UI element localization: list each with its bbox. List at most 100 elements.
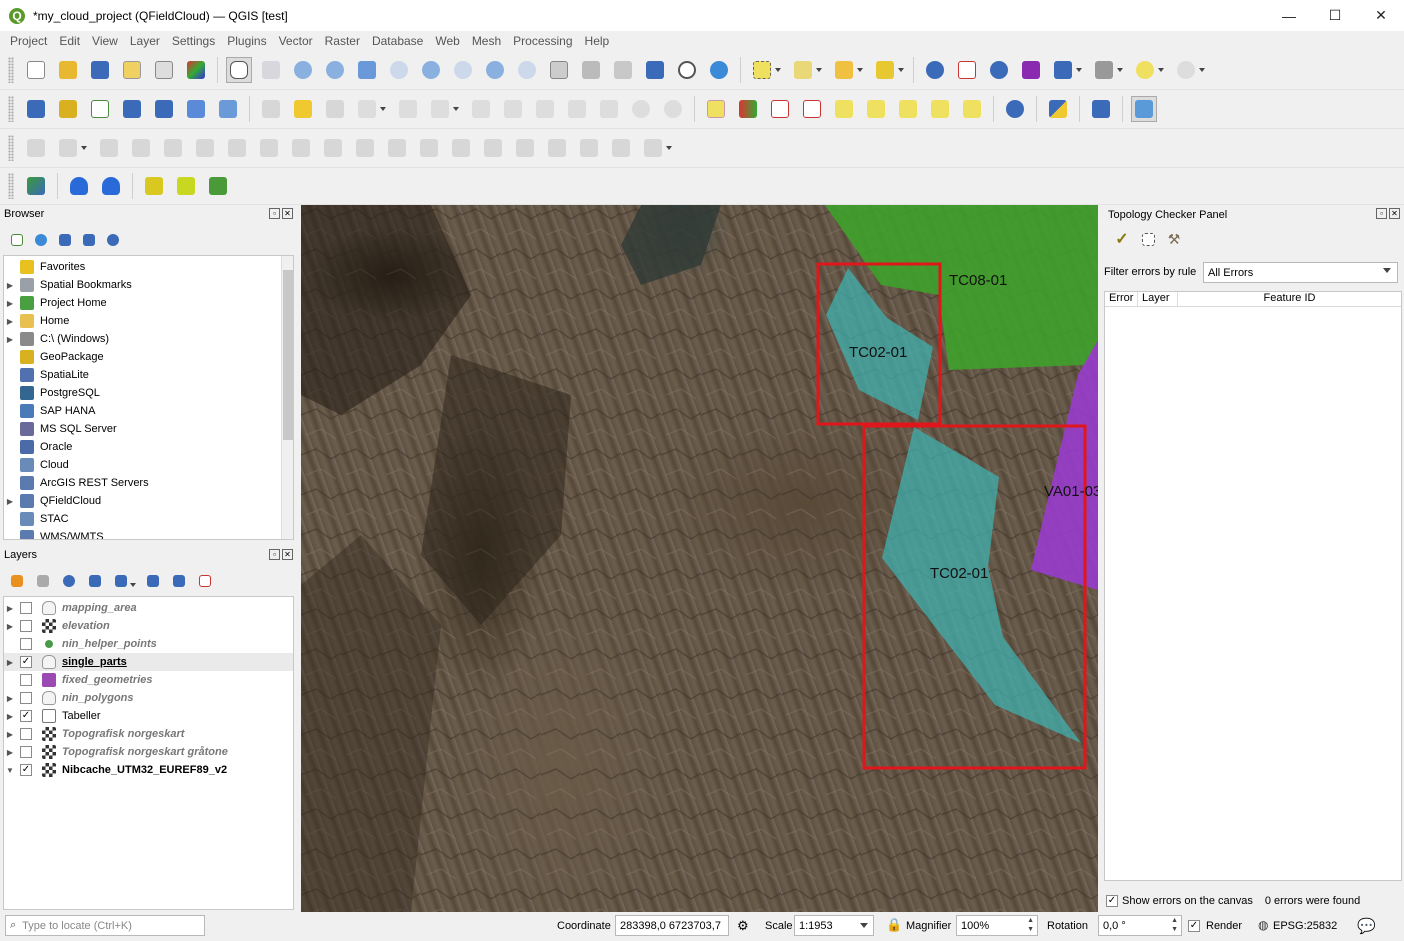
- add-wms-layer-icon[interactable]: [151, 96, 177, 122]
- rotation-spinbox[interactable]: 0,0 ° ▲ ▼: [1098, 915, 1182, 936]
- pan-to-selection-icon[interactable]: [258, 57, 284, 83]
- menu-edit[interactable]: Edit: [53, 34, 86, 48]
- add-selected-layers-icon[interactable]: [8, 231, 26, 249]
- open-attribute-table-icon[interactable]: [1050, 57, 1082, 83]
- locator-search-icon[interactable]: [1173, 57, 1205, 83]
- column-feature-id[interactable]: Feature ID: [1178, 292, 1401, 306]
- layer-item[interactable]: ▶ Topografisk norgeskart gråtone: [4, 743, 293, 761]
- python-console-icon[interactable]: [1045, 96, 1071, 122]
- locator-search-box[interactable]: ⌕ Type to locate (Ctrl+K): [5, 915, 205, 936]
- filter-by-expression-icon[interactable]: [112, 572, 136, 590]
- browser-item[interactable]: Favorites: [4, 258, 293, 276]
- layer-visibility-checkbox[interactable]: [20, 746, 32, 758]
- layer-item[interactable]: ▶ ✓ Tabeller: [4, 707, 293, 725]
- save-project-icon[interactable]: [87, 57, 113, 83]
- expand-arrow-icon[interactable]: ▶: [4, 730, 16, 739]
- expand-arrow-icon[interactable]: ▶: [4, 694, 16, 703]
- delete-selected-icon[interactable]: [500, 96, 526, 122]
- minimize-button[interactable]: —: [1266, 0, 1312, 31]
- current-edits-icon[interactable]: [258, 96, 284, 122]
- column-layer[interactable]: Layer: [1138, 292, 1178, 306]
- vertex-tool-icon[interactable]: [395, 96, 421, 122]
- new-geopackage-icon[interactable]: [55, 96, 81, 122]
- change-label-icon[interactable]: [927, 96, 953, 122]
- metasearch-icon[interactable]: [1002, 96, 1028, 122]
- fill-ring-icon[interactable]: [256, 135, 282, 161]
- messages-icon[interactable]: 💬: [1357, 917, 1376, 935]
- toolbar-grip[interactable]: [8, 96, 14, 122]
- advanced-digitizing-icon[interactable]: [23, 135, 49, 161]
- style-manager-icon[interactable]: [183, 57, 209, 83]
- layer-visibility-checkbox[interactable]: [20, 638, 32, 650]
- toolbar-grip[interactable]: [8, 135, 14, 161]
- coordinate-toggle-icon[interactable]: ⚙: [737, 918, 749, 934]
- configure-rules-icon[interactable]: ⚒: [1165, 230, 1183, 248]
- statistical-summary-icon[interactable]: [1018, 57, 1044, 83]
- close-panel-button[interactable]: ✕: [282, 549, 293, 560]
- undo-icon[interactable]: [628, 96, 654, 122]
- new-map-view-icon[interactable]: [546, 57, 572, 83]
- zoom-in-icon[interactable]: [290, 57, 316, 83]
- menu-raster[interactable]: Raster: [319, 34, 366, 48]
- filter-legend-icon[interactable]: [86, 572, 104, 590]
- expand-arrow-icon[interactable]: ▶: [4, 748, 16, 757]
- menu-project[interactable]: Project: [4, 34, 53, 48]
- expand-arrow-icon[interactable]: ▶: [4, 622, 16, 631]
- synchronize-from-qfield-icon[interactable]: [173, 173, 199, 199]
- menu-help[interactable]: Help: [579, 34, 616, 48]
- deselect-features-icon[interactable]: [831, 57, 863, 83]
- add-vector-layer-icon[interactable]: [87, 96, 113, 122]
- help-contents-icon[interactable]: [1088, 96, 1114, 122]
- qfieldsync-icon[interactable]: [23, 173, 49, 199]
- reverse-line-icon[interactable]: [416, 135, 442, 161]
- layer-styling-icon[interactable]: [8, 572, 26, 590]
- add-group-icon[interactable]: [34, 572, 52, 590]
- project-configuration-icon[interactable]: [205, 173, 231, 199]
- add-part-icon[interactable]: [224, 135, 250, 161]
- filter-icon[interactable]: [56, 231, 74, 249]
- new-bookmark-icon[interactable]: [610, 57, 636, 83]
- zoom-to-layer-icon[interactable]: [418, 57, 444, 83]
- digitize-line-icon[interactable]: [354, 96, 386, 122]
- add-raster-layer-icon[interactable]: [183, 96, 209, 122]
- toolbar-grip[interactable]: [8, 173, 14, 199]
- simplify-feature-icon[interactable]: [160, 135, 186, 161]
- identify-features-icon[interactable]: [922, 57, 948, 83]
- show-bookmarks-icon[interactable]: [642, 57, 668, 83]
- pan-map-icon[interactable]: [226, 57, 252, 83]
- offset-curve-icon[interactable]: [384, 135, 410, 161]
- zoom-to-selection-icon[interactable]: [386, 57, 412, 83]
- menu-mesh[interactable]: Mesh: [466, 34, 507, 48]
- magnifier-spinbox[interactable]: 100% ▲ ▼: [956, 915, 1038, 936]
- menu-vector[interactable]: Vector: [273, 34, 319, 48]
- rotate-point-symbols-icon[interactable]: [608, 135, 634, 161]
- modify-attributes-icon[interactable]: [427, 96, 459, 122]
- copy-features-icon[interactable]: [564, 96, 590, 122]
- rotate-feature-icon[interactable]: [128, 135, 154, 161]
- zoom-full-icon[interactable]: [354, 57, 380, 83]
- toolbar-grip[interactable]: [8, 57, 14, 83]
- layer-visibility-checkbox[interactable]: ✓: [20, 710, 32, 722]
- expand-arrow-icon[interactable]: ▼: [4, 766, 16, 775]
- browser-item[interactable]: ▶ QFieldCloud: [4, 492, 293, 510]
- delete-ring-icon[interactable]: [288, 135, 314, 161]
- remove-layer-icon[interactable]: [196, 572, 214, 590]
- label-toolbar-icon[interactable]: [703, 96, 729, 122]
- collapse-all-icon[interactable]: [170, 572, 188, 590]
- menu-web[interactable]: Web: [429, 34, 465, 48]
- menu-plugins[interactable]: Plugins: [221, 34, 272, 48]
- edit-table-icon[interactable]: [468, 96, 494, 122]
- float-panel-button[interactable]: ▫: [1376, 208, 1387, 219]
- layer-item[interactable]: ▶ nin_polygons: [4, 689, 293, 707]
- layer-item[interactable]: ▼ ✓ Nibcache_UTM32_EUREF89_v2: [4, 761, 293, 779]
- expand-arrow-icon[interactable]: ▶: [4, 712, 16, 721]
- layer-visibility-checkbox[interactable]: ✓: [20, 656, 32, 668]
- browser-item[interactable]: GeoPackage: [4, 348, 293, 366]
- browser-item[interactable]: SpatiaLite: [4, 366, 293, 384]
- refresh-icon[interactable]: [32, 231, 50, 249]
- lock-scale-icon[interactable]: 🔒: [886, 917, 902, 933]
- expand-arrow-icon[interactable]: ▶: [4, 497, 16, 506]
- temporal-controller-icon[interactable]: [674, 57, 700, 83]
- expand-arrow-icon[interactable]: ▶: [4, 604, 16, 613]
- validate-all-icon[interactable]: ✓: [1113, 230, 1131, 248]
